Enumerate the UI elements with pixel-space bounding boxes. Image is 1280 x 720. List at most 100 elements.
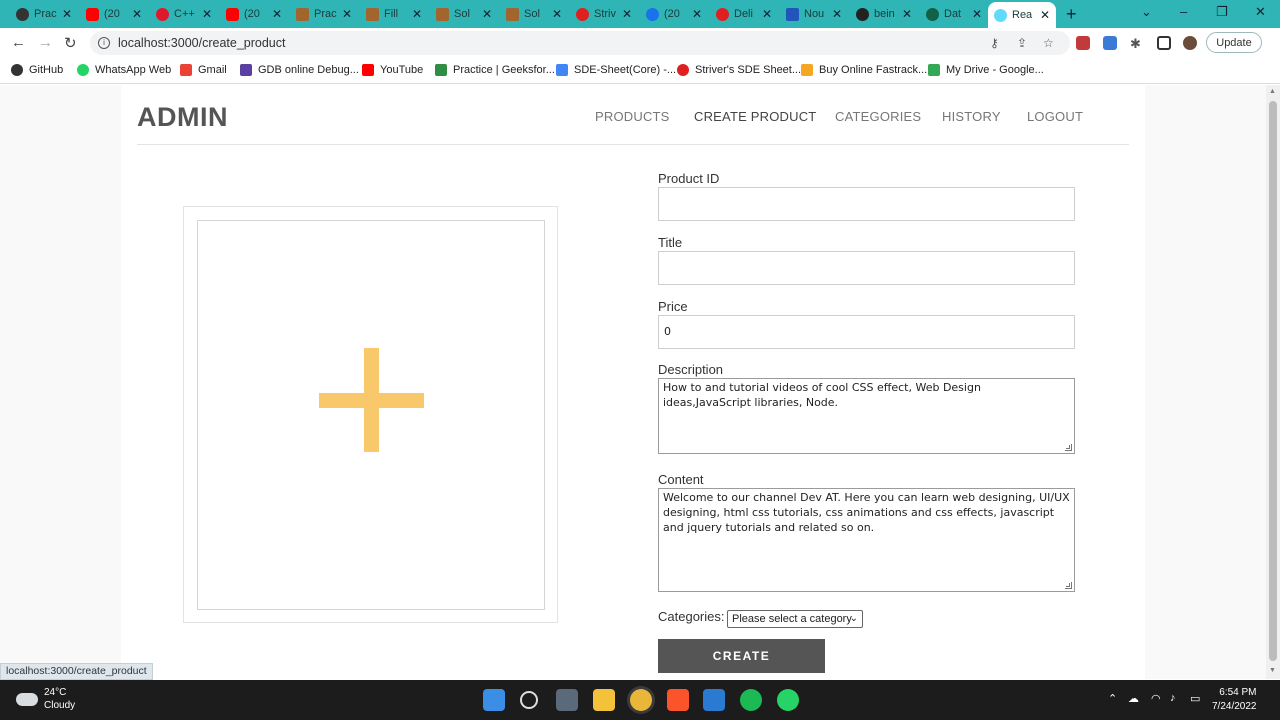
url-text[interactable]: localhost:3000/create_product xyxy=(118,36,285,50)
bookmark-geeksforgeeks[interactable]: Practice | Geeksfor... xyxy=(435,64,555,76)
bookmark-google-drive[interactable]: My Drive - Google... xyxy=(928,64,1044,76)
nav-create-product[interactable]: CREATE PRODUCT xyxy=(694,109,816,124)
bookmark-striver[interactable]: Striver's SDE Sheet... xyxy=(677,64,801,76)
bookmark-star-icon[interactable]: ☆ xyxy=(1043,36,1054,50)
minimize-icon[interactable]: – xyxy=(1180,4,1187,19)
weather-widget[interactable]: 24°C Cloudy xyxy=(16,686,75,712)
system-clock[interactable]: 6:54 PM 7/24/2022 xyxy=(1212,686,1257,714)
tab-favicon-icon xyxy=(86,7,99,21)
close-icon[interactable]: ✕ xyxy=(342,7,352,21)
onedrive-icon[interactable]: ☁ xyxy=(1128,692,1139,705)
bookmark-gdb[interactable]: GDB online Debug... xyxy=(240,64,359,76)
spotify-icon[interactable] xyxy=(740,689,762,711)
bookmark-gmail[interactable]: Gmail xyxy=(180,64,227,76)
extension-icon[interactable] xyxy=(1076,36,1090,50)
image-upload-dropzone[interactable] xyxy=(197,220,545,610)
widgets-icon[interactable] xyxy=(556,689,578,711)
nav-categories[interactable]: CATEGORIES xyxy=(835,109,921,124)
browser-tab[interactable]: Deli ✕ xyxy=(716,4,772,24)
tab-search-chevron-icon[interactable]: ⌄ xyxy=(1141,4,1152,20)
puzzle-icon[interactable]: ✱ xyxy=(1130,36,1141,52)
share-icon[interactable]: ⇪ xyxy=(1017,36,1027,50)
browser-tab[interactable]: (20 ✕ xyxy=(646,4,702,24)
brave-icon[interactable] xyxy=(667,689,689,711)
wifi-icon[interactable]: ◠ xyxy=(1151,692,1161,705)
close-icon[interactable]: ✕ xyxy=(692,7,702,21)
category-select[interactable]: Please select a category ⌄ xyxy=(727,610,863,628)
content-textarea[interactable]: Welcome to our channel Dev AT. Here you … xyxy=(658,488,1075,592)
create-button[interactable]: CREATE xyxy=(658,639,825,673)
browser-tab[interactable]: bein ✕ xyxy=(856,4,912,24)
close-icon[interactable]: ✕ xyxy=(762,7,772,21)
browser-tab[interactable]: Striv ✕ xyxy=(576,4,632,24)
file-explorer-icon[interactable] xyxy=(593,689,615,711)
close-icon[interactable]: ✕ xyxy=(482,7,492,21)
volume-icon[interactable]: ♪ xyxy=(1170,692,1176,704)
avatar[interactable] xyxy=(1183,36,1197,50)
close-icon[interactable]: ✕ xyxy=(62,7,72,21)
browser-tab[interactable]: Nou ✕ xyxy=(786,4,842,24)
scroll-up-icon[interactable]: ▲ xyxy=(1269,88,1276,95)
bookmark-whatsapp[interactable]: WhatsApp Web xyxy=(77,64,171,76)
battery-icon[interactable]: ▭ xyxy=(1190,692,1200,705)
browser-tab[interactable]: C++ ✕ xyxy=(156,4,212,24)
window-close-icon[interactable]: ✕ xyxy=(1255,4,1266,20)
browser-tab[interactable]: Prac ✕ xyxy=(16,4,72,24)
site-info-icon[interactable]: i xyxy=(98,37,110,49)
new-tab-button[interactable]: + xyxy=(1066,4,1077,25)
url-bar[interactable]: i localhost:3000/create_product xyxy=(90,31,1070,55)
browser-tab[interactable]: Dat ✕ xyxy=(926,4,982,24)
product-id-input[interactable] xyxy=(658,187,1075,221)
browser-tab[interactable]: Prac ✕ xyxy=(296,4,352,24)
browser-tab[interactable]: Sol ✕ xyxy=(506,4,562,24)
nav-products[interactable]: PRODUCTS xyxy=(595,109,670,124)
chrome-icon[interactable] xyxy=(630,689,652,711)
scroll-down-icon[interactable]: ▼ xyxy=(1269,667,1276,674)
extension-icon[interactable] xyxy=(1103,36,1117,50)
close-icon[interactable]: ✕ xyxy=(412,7,422,21)
update-button[interactable]: Update xyxy=(1206,32,1262,53)
forward-arrow-icon[interactable]: → xyxy=(38,34,53,51)
page-scrollbar[interactable]: ▲ ▼ xyxy=(1266,85,1280,679)
back-arrow-icon[interactable]: ← xyxy=(11,34,26,51)
close-icon[interactable]: ✕ xyxy=(552,7,562,21)
close-icon[interactable]: ✕ xyxy=(622,7,632,21)
close-icon[interactable]: ✕ xyxy=(202,7,212,21)
scroll-thumb[interactable] xyxy=(1269,101,1277,661)
bookmark-fastrack[interactable]: Buy Online Fastrack... xyxy=(801,64,927,76)
close-icon[interactable]: ✕ xyxy=(272,7,282,21)
bookmark-github[interactable]: GitHub xyxy=(11,64,63,76)
close-icon[interactable]: ✕ xyxy=(972,7,982,21)
browser-tab[interactable]: Fill ✕ xyxy=(366,4,422,24)
close-icon[interactable]: ✕ xyxy=(902,7,912,21)
reload-icon[interactable]: ↻ xyxy=(64,34,77,52)
windows-taskbar: 24°C Cloudy ⌃ ☁ ◠ ♪ ▭ 6:54 PM 7/24/2022 xyxy=(0,680,1280,720)
close-icon[interactable]: ✕ xyxy=(832,7,842,21)
close-icon[interactable]: ✕ xyxy=(132,7,142,21)
resize-handle-icon[interactable] xyxy=(1065,582,1072,589)
title-input[interactable] xyxy=(658,251,1075,285)
browser-tab[interactable]: (20 ✕ xyxy=(86,4,142,24)
search-icon[interactable] xyxy=(520,691,538,709)
description-label: Description xyxy=(658,362,724,377)
vscode-icon[interactable] xyxy=(703,689,725,711)
tab-favicon-icon xyxy=(856,7,869,21)
key-icon[interactable]: ⚷ xyxy=(990,36,999,50)
description-textarea[interactable]: How to and tutorial videos of cool CSS e… xyxy=(658,378,1075,454)
browser-tab[interactable]: Sol ✕ xyxy=(436,4,492,24)
browser-tab[interactable]: (20 ✕ xyxy=(226,4,282,24)
nav-history[interactable]: HISTORY xyxy=(942,109,1001,124)
brand-logo[interactable]: ADMIN xyxy=(137,102,228,133)
browser-tab-active[interactable]: Rea ✕ xyxy=(988,2,1057,28)
windows-start-icon[interactable] xyxy=(483,689,505,711)
tray-chevron-up-icon[interactable]: ⌃ xyxy=(1108,692,1117,705)
maximize-icon[interactable]: ❐ xyxy=(1216,4,1228,20)
price-input[interactable]: 0 xyxy=(658,315,1075,349)
side-panel-icon[interactable] xyxy=(1157,36,1171,50)
bookmark-sde-sheet[interactable]: SDE-Sheet(Core) -... xyxy=(556,64,676,76)
bookmark-youtube[interactable]: YouTube xyxy=(362,64,423,76)
whatsapp-icon[interactable] xyxy=(777,689,799,711)
nav-logout[interactable]: LOGOUT xyxy=(1027,109,1083,124)
resize-handle-icon[interactable] xyxy=(1065,444,1072,451)
close-icon[interactable]: ✕ xyxy=(1040,8,1050,22)
